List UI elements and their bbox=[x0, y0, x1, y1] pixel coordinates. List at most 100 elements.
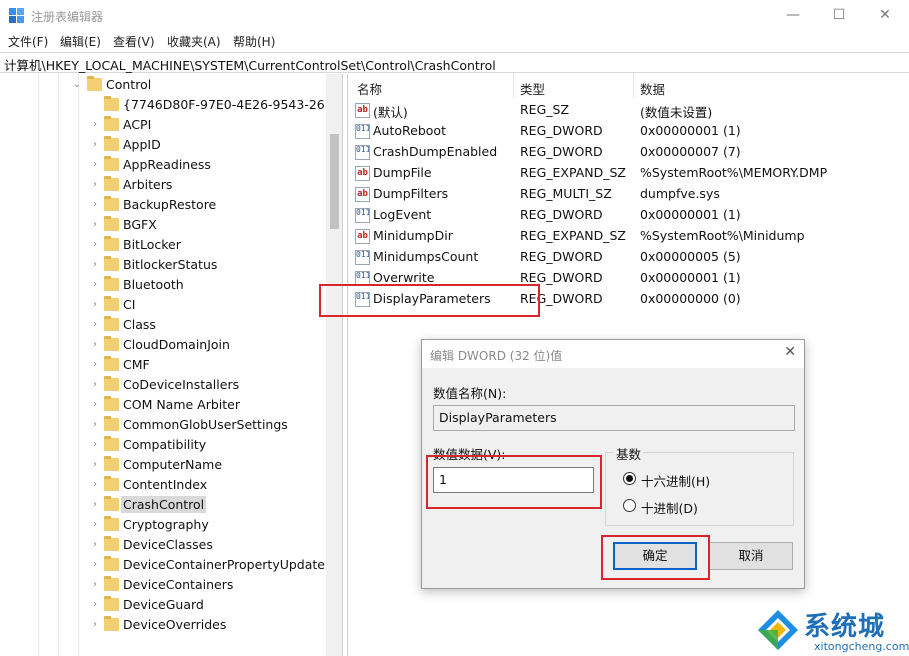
tree-item[interactable]: › DeviceOverrides bbox=[0, 615, 330, 635]
menu-view[interactable]: 查看(V) bbox=[113, 33, 155, 50]
dialog-close-icon[interactable]: ✕ bbox=[784, 344, 796, 360]
chevron-right-icon[interactable]: › bbox=[90, 218, 100, 232]
hex-radio-label[interactable]: 十六进制(H) bbox=[641, 471, 710, 490]
dec-radio-label[interactable]: 十进制(D) bbox=[641, 498, 698, 517]
chevron-right-icon[interactable]: › bbox=[90, 538, 100, 552]
chevron-right-icon[interactable]: › bbox=[90, 478, 100, 492]
tree-item-label: ACPI bbox=[123, 117, 152, 132]
column-divider[interactable] bbox=[513, 74, 514, 98]
value-row[interactable]: 011 110MinidumpsCount REG_DWORD 0x00000005… bbox=[348, 247, 908, 268]
tree-item[interactable]: › Class bbox=[0, 315, 330, 335]
value-name-field[interactable]: DisplayParameters bbox=[433, 405, 795, 431]
chevron-right-icon[interactable]: › bbox=[90, 418, 100, 432]
tree-item[interactable]: › BackupRestore bbox=[0, 195, 330, 215]
tree-item[interactable]: › DeviceGuard bbox=[0, 595, 330, 615]
chevron-right-icon[interactable]: › bbox=[90, 598, 100, 612]
chevron-right-icon[interactable]: › bbox=[90, 198, 100, 212]
value-row[interactable]: 011 110AutoReboot REG_DWORD 0x00000001 (1) bbox=[348, 121, 908, 142]
tree-item[interactable]: › CrashControl bbox=[0, 495, 330, 515]
tree-item-label: CrashControl bbox=[121, 496, 207, 513]
value-row[interactable]: ab DumpFilters REG_MULTI_SZ dumpfve.sys bbox=[348, 184, 908, 205]
chevron-right-icon[interactable]: › bbox=[90, 118, 100, 132]
value-row[interactable]: 011 110LogEvent REG_DWORD 0x00000001 (1) bbox=[348, 205, 908, 226]
tree-item[interactable]: › Bluetooth bbox=[0, 275, 330, 295]
value-name-label: 数值名称(N): bbox=[433, 386, 507, 401]
chevron-right-icon[interactable]: › bbox=[90, 358, 100, 372]
menu-file[interactable]: 文件(F) bbox=[8, 33, 48, 50]
tree-item[interactable]: › DeviceContainerPropertyUpdateEve bbox=[0, 555, 342, 575]
tree-item[interactable]: › Cryptography bbox=[0, 515, 330, 535]
chevron-right-icon[interactable]: › bbox=[90, 378, 100, 392]
tree-item[interactable]: › COM Name Arbiter bbox=[0, 395, 330, 415]
menu-edit[interactable]: 编辑(E) bbox=[60, 33, 101, 50]
registry-tree[interactable]: ⌄ Control {7746D80F-97E0-4E26-9543-26B41… bbox=[0, 74, 343, 656]
value-name: MinidumpDir bbox=[373, 228, 453, 243]
chevron-right-icon[interactable]: › bbox=[90, 298, 100, 312]
chevron-right-icon[interactable]: › bbox=[90, 278, 100, 292]
dec-radio[interactable] bbox=[623, 499, 636, 512]
folder-icon bbox=[104, 436, 119, 451]
tree-item[interactable]: › AppID bbox=[0, 135, 330, 155]
hex-radio[interactable] bbox=[623, 472, 636, 485]
tree-item[interactable]: › AppReadiness bbox=[0, 155, 330, 175]
value-row[interactable]: 011 110CrashDumpEnabled REG_DWORD 0x000000… bbox=[348, 142, 908, 163]
menu-bar: 文件(F) 编辑(E) 查看(V) 收藏夹(A) 帮助(H) bbox=[0, 31, 909, 51]
close-button[interactable]: ✕ bbox=[862, 0, 908, 31]
tree-item[interactable]: › BitLocker bbox=[0, 235, 330, 255]
tree-item[interactable]: › ContentIndex bbox=[0, 475, 330, 495]
chevron-right-icon[interactable]: › bbox=[90, 618, 100, 632]
chevron-right-icon[interactable]: › bbox=[90, 318, 100, 332]
maximize-button[interactable]: ☐ bbox=[816, 0, 862, 31]
tree-item[interactable]: › ACPI bbox=[0, 115, 330, 135]
tree-item[interactable]: › CommonGlobUserSettings bbox=[0, 415, 330, 435]
chevron-right-icon[interactable]: › bbox=[90, 398, 100, 412]
highlight-box-displayparameters bbox=[319, 284, 540, 317]
chevron-right-icon[interactable]: › bbox=[90, 578, 100, 592]
value-data: %SystemRoot%\Minidump bbox=[640, 228, 805, 243]
chevron-right-icon[interactable]: › bbox=[90, 458, 100, 472]
tree-item-label: BackupRestore bbox=[123, 197, 217, 212]
chevron-right-icon[interactable]: › bbox=[90, 238, 100, 252]
chevron-right-icon[interactable]: › bbox=[90, 158, 100, 172]
address-path[interactable]: 计算机\HKEY_LOCAL_MACHINE\SYSTEM\CurrentCon… bbox=[4, 55, 496, 74]
tree-item[interactable]: › BitlockerStatus bbox=[0, 255, 330, 275]
tree-item[interactable]: › ComputerName bbox=[0, 455, 330, 475]
tree-item[interactable]: {7746D80F-97E0-4E26-9543-26B41 bbox=[0, 95, 342, 115]
column-header-data[interactable]: 数据 bbox=[640, 79, 665, 98]
watermark-logo-icon bbox=[758, 610, 798, 650]
menu-favorites[interactable]: 收藏夹(A) bbox=[167, 33, 221, 50]
column-header-name[interactable]: 名称 bbox=[357, 79, 382, 98]
tree-item-control[interactable]: ⌄ Control bbox=[0, 75, 330, 95]
chevron-right-icon[interactable]: › bbox=[90, 438, 100, 452]
tree-item[interactable]: › BGFX bbox=[0, 215, 330, 235]
value-data: 0x00000001 (1) bbox=[640, 270, 741, 285]
chevron-right-icon[interactable]: › bbox=[90, 178, 100, 192]
value-row[interactable]: ab (默认) REG_SZ (数值未设置) bbox=[348, 100, 908, 121]
tree-item[interactable]: › Compatibility bbox=[0, 435, 330, 455]
chevron-right-icon[interactable]: › bbox=[90, 258, 100, 272]
chevron-right-icon[interactable]: › bbox=[90, 518, 100, 532]
cancel-button[interactable]: 取消 bbox=[709, 542, 793, 570]
address-bar[interactable]: 计算机\HKEY_LOCAL_MACHINE\SYSTEM\CurrentCon… bbox=[0, 52, 909, 73]
folder-icon bbox=[104, 276, 119, 291]
folder-icon bbox=[104, 616, 119, 631]
column-divider[interactable] bbox=[633, 74, 634, 98]
minimize-button[interactable]: — bbox=[770, 0, 816, 31]
menu-help[interactable]: 帮助(H) bbox=[233, 33, 275, 50]
tree-item[interactable]: › CI bbox=[0, 295, 330, 315]
tree-item[interactable]: › Arbiters bbox=[0, 175, 330, 195]
tree-item[interactable]: › CoDeviceInstallers bbox=[0, 375, 330, 395]
chevron-right-icon[interactable]: › bbox=[90, 338, 100, 352]
chevron-right-icon[interactable]: › bbox=[90, 558, 100, 572]
tree-item[interactable]: › DeviceContainers bbox=[0, 575, 330, 595]
tree-scrollbar-thumb[interactable] bbox=[330, 134, 339, 229]
chevron-right-icon[interactable]: › bbox=[90, 498, 100, 512]
value-row[interactable]: ab DumpFile REG_EXPAND_SZ %SystemRoot%\MEMO… bbox=[348, 163, 908, 184]
chevron-down-icon[interactable]: ⌄ bbox=[72, 78, 82, 92]
tree-item[interactable]: › CMF bbox=[0, 355, 330, 375]
tree-item[interactable]: › DeviceClasses bbox=[0, 535, 330, 555]
value-row[interactable]: ab MinidumpDir REG_EXPAND_SZ %SystemRoot%\M… bbox=[348, 226, 908, 247]
chevron-right-icon[interactable]: › bbox=[90, 138, 100, 152]
column-header-type[interactable]: 类型 bbox=[520, 79, 545, 98]
tree-item[interactable]: › CloudDomainJoin bbox=[0, 335, 330, 355]
